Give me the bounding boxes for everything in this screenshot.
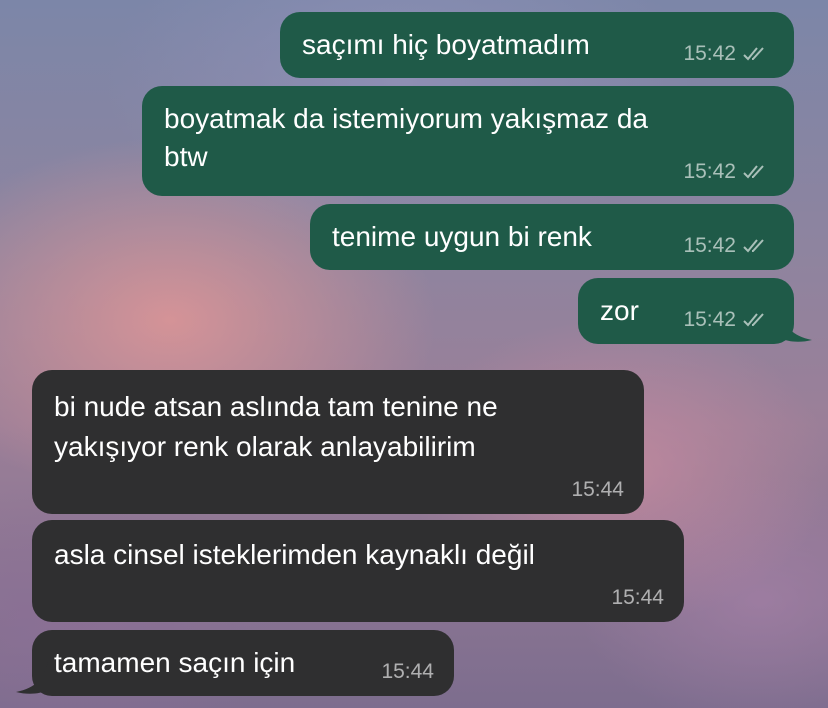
outgoing-message[interactable]: boyatmak da istemiyorum yakışmaz da btw … bbox=[142, 86, 794, 196]
chat-screen: { "theme": { "outgoing_bubble_color": "#… bbox=[0, 0, 828, 708]
double-check-icon bbox=[743, 313, 764, 327]
message-time: 15:44 bbox=[381, 660, 434, 683]
message-text: saçımı hiç boyatmadım bbox=[302, 29, 590, 60]
incoming-message[interactable]: asla cinsel isteklerimden kaynaklı değil… bbox=[32, 520, 684, 622]
message-meta: 15:42 bbox=[683, 160, 770, 184]
message-time: 15:44 bbox=[571, 478, 624, 501]
outgoing-message[interactable]: zor 15:42 bbox=[578, 278, 794, 344]
double-check-icon bbox=[743, 239, 764, 253]
message-meta: 15:44 bbox=[571, 478, 624, 502]
message-time: 15:42 bbox=[683, 160, 736, 183]
message-text: asla cinsel isteklerimden kaynaklı değil bbox=[54, 539, 535, 570]
message-text: bi nude atsan aslında tam tenine ne bbox=[54, 391, 498, 422]
message-time: 15:42 bbox=[683, 308, 736, 331]
message-time: 15:42 bbox=[683, 234, 736, 257]
message-text: yakışıyor renk olarak anlayabilirim bbox=[54, 431, 476, 462]
message-meta: 15:42 bbox=[683, 42, 770, 66]
message-meta: 15:44 bbox=[381, 660, 434, 684]
message-list[interactable]: saçımı hiç boyatmadım 15:42 boyatmak da … bbox=[0, 0, 828, 708]
incoming-message[interactable]: bi nude atsan aslında tam tenine ne yakı… bbox=[32, 370, 644, 514]
message-time: 15:42 bbox=[683, 42, 736, 65]
bubble-tail bbox=[16, 662, 48, 694]
bubble-tail bbox=[780, 310, 812, 342]
outgoing-message[interactable]: saçımı hiç boyatmadım 15:42 bbox=[280, 12, 794, 78]
message-meta: 15:42 bbox=[683, 234, 770, 258]
message-time: 15:44 bbox=[611, 586, 664, 609]
message-meta: 15:44 bbox=[611, 586, 664, 610]
incoming-message[interactable]: tamamen saçın için 15:44 bbox=[32, 630, 454, 696]
message-text: tamamen saçın için bbox=[54, 647, 296, 678]
double-check-icon bbox=[743, 165, 764, 179]
message-text: boyatmak da istemiyorum yakışmaz da bbox=[164, 103, 648, 134]
message-meta: 15:42 bbox=[683, 308, 770, 332]
outgoing-message[interactable]: tenime uygun bi renk 15:42 bbox=[310, 204, 794, 270]
message-text: zor bbox=[600, 295, 639, 326]
double-check-icon bbox=[743, 47, 764, 61]
message-text: tenime uygun bi renk bbox=[332, 221, 592, 252]
message-text: btw bbox=[164, 141, 208, 172]
